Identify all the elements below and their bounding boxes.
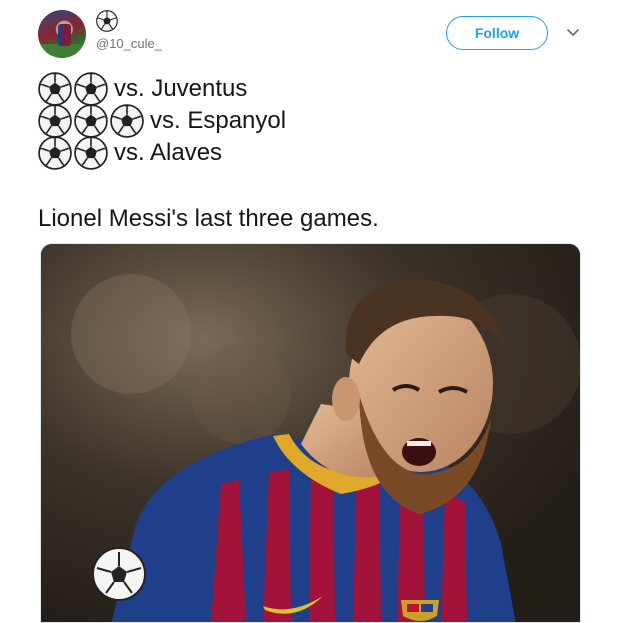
user-avatar[interactable] xyxy=(38,10,86,58)
tweet-line-alaves: vs. Alaves xyxy=(38,136,222,170)
tweet-caption: Lionel Messi's last three games. xyxy=(38,205,379,232)
follow-button[interactable]: Follow xyxy=(446,16,548,50)
soccer-ball-icon xyxy=(38,136,72,170)
soccer-ball-icon xyxy=(96,10,118,32)
soccer-ball-icon xyxy=(74,72,108,106)
tweet-line-juventus: vs. Juventus xyxy=(38,72,247,106)
soccer-ball-icon xyxy=(38,72,72,106)
avatar-field xyxy=(38,44,86,58)
avatar-player xyxy=(58,24,71,46)
opponent-text: vs. Juventus xyxy=(114,75,248,102)
soccer-balls xyxy=(38,104,144,138)
opponent-text: vs. Alaves xyxy=(114,139,223,166)
soccer-ball-icon xyxy=(110,104,144,138)
chevron-down-icon[interactable] xyxy=(566,28,580,38)
tweet-photo[interactable] xyxy=(40,243,581,623)
soccer-balls xyxy=(38,72,108,106)
photo-player-illustration xyxy=(41,244,580,622)
tweet-line-espanyol: vs. Espanyol xyxy=(38,104,286,138)
soccer-ball-icon xyxy=(38,104,72,138)
opponent-text: vs. Espanyol xyxy=(150,107,287,134)
soccer-balls xyxy=(38,136,108,170)
soccer-ball-icon xyxy=(74,104,108,138)
user-handle[interactable]: @10_cule_ xyxy=(96,36,162,51)
soccer-ball-icon xyxy=(74,136,108,170)
